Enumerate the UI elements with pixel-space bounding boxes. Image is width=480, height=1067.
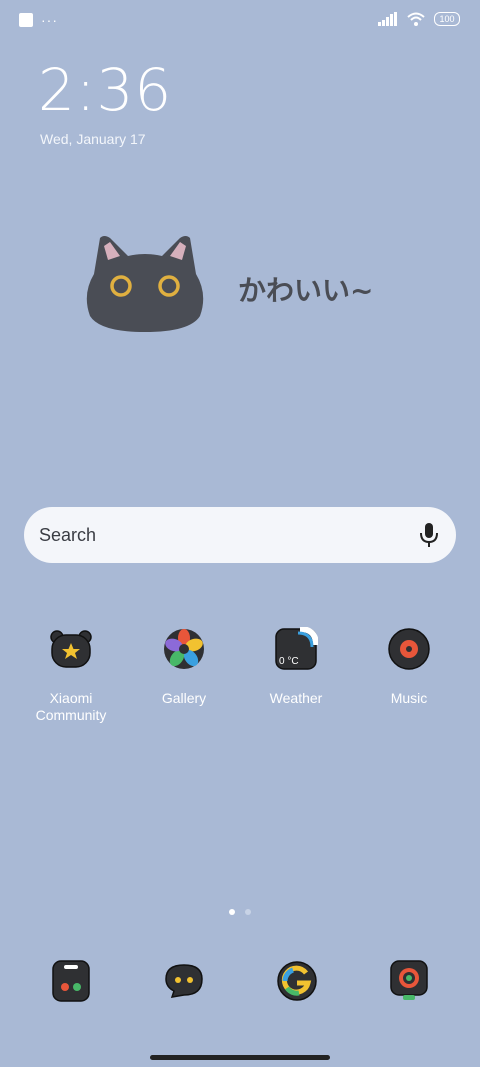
app-label: Gallery: [161, 690, 207, 706]
wifi-icon: [407, 12, 425, 26]
status-bar-left: ···: [19, 13, 58, 27]
home-gesture-bar[interactable]: [150, 1055, 330, 1060]
status-bar-right: 100: [378, 12, 460, 26]
bear-icon[interactable]: [49, 627, 93, 671]
kawaii-caption: かわいい~: [238, 274, 373, 307]
cat-widget-icon[interactable]: [82, 234, 208, 334]
phone-icon[interactable]: [49, 959, 93, 1003]
microphone-icon[interactable]: [418, 522, 440, 548]
signal-icon: [378, 12, 397, 26]
flower-icon[interactable]: [162, 627, 206, 671]
svg-text:0 °C: 0 °C: [279, 656, 299, 667]
clock-date[interactable]: Wed, January 17: [40, 131, 146, 147]
google-icon[interactable]: [275, 959, 319, 1003]
app-label: Xiaomi Community: [35, 690, 107, 723]
page-dot[interactable]: [245, 909, 251, 915]
more-notifications-icon: ···: [41, 12, 58, 28]
app-weather[interactable]: 0 °C Weather: [241, 627, 351, 707]
app-label: Weather: [269, 690, 323, 706]
page-dot-active[interactable]: [229, 909, 235, 915]
battery-indicator: 100: [434, 12, 460, 26]
app-gallery[interactable]: Gallery: [129, 627, 239, 707]
app-label: Music: [390, 690, 428, 706]
messages-icon[interactable]: [162, 959, 206, 1003]
app-music[interactable]: Music: [354, 627, 464, 707]
search-placeholder[interactable]: Search: [39, 525, 96, 546]
clock-time[interactable]: 2:36: [38, 56, 172, 124]
camera-icon[interactable]: [387, 959, 431, 1003]
vinyl-icon[interactable]: [387, 627, 431, 671]
svg-text:かわいい~: かわいい~: [238, 274, 373, 307]
search-bar[interactable]: Search: [24, 507, 456, 563]
weather-icon[interactable]: 0 °C: [274, 627, 318, 671]
notification-square-icon: [19, 13, 33, 27]
app-xiaomi-community[interactable]: Xiaomi Community: [16, 627, 126, 724]
